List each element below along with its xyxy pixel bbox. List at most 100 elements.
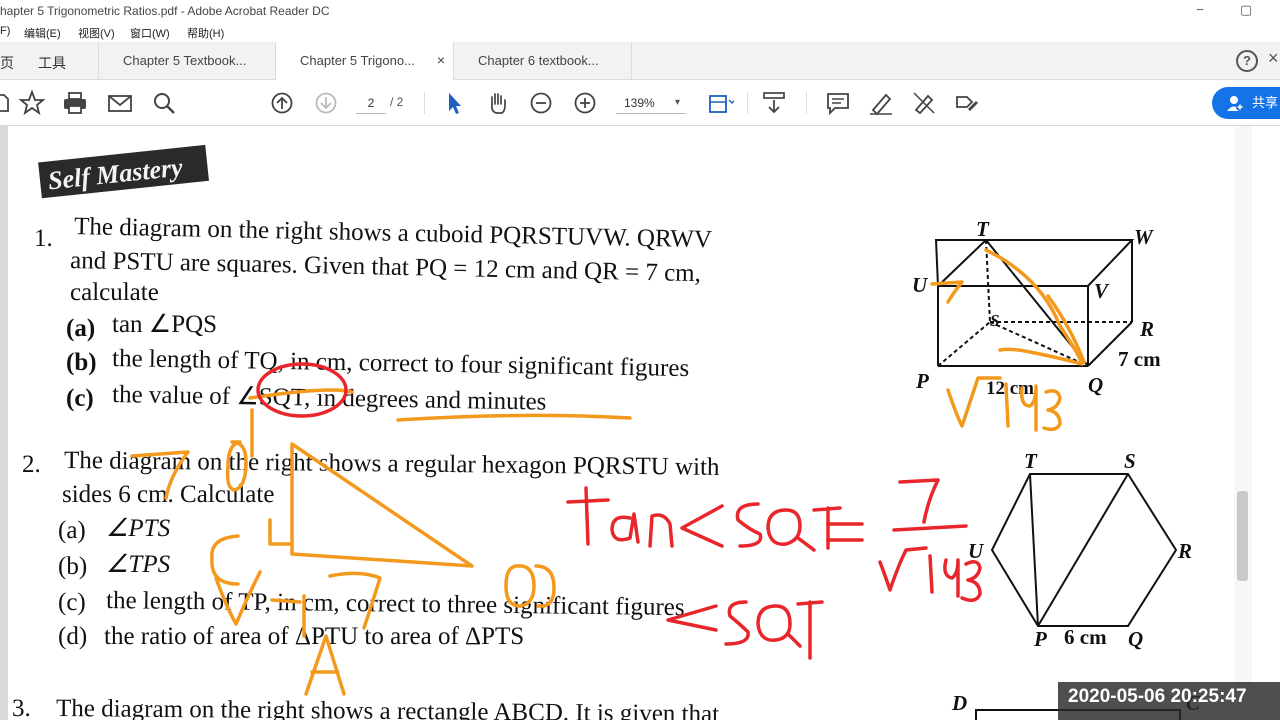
menu-file[interactable]: F) (0, 25, 10, 37)
menu-bar: F) 编辑(E) 视图(V) 窗口(W) 帮助(H) (0, 22, 1280, 42)
scroll-mode-icon[interactable] (760, 89, 788, 117)
red-root (878, 546, 928, 592)
cuboid-label-v: V (1094, 279, 1110, 303)
hex-label-6cm: 6 cm (1064, 625, 1107, 649)
q3-number: 3. (12, 695, 31, 720)
user-add-icon (1227, 96, 1244, 111)
scan-edge (0, 126, 8, 720)
print-icon[interactable] (61, 89, 89, 117)
menu-edit[interactable]: 编辑(E) (24, 25, 61, 41)
menu-help[interactable]: 帮助(H) (187, 25, 224, 41)
doc-tab-ch5-textbook[interactable]: Chapter 5 Textbook... (98, 42, 276, 80)
q2a-label: (a) (58, 517, 86, 544)
hex-label-r: R (1177, 539, 1192, 563)
cuboid-label-t: T (976, 217, 990, 241)
zoom-in-icon[interactable] (571, 89, 599, 117)
page-total: / 2 (390, 95, 404, 109)
sign-icon[interactable] (910, 89, 938, 117)
q1b-text: the length of TQ, in cm, correct to four… (112, 345, 690, 382)
q2b-label: (b) (58, 553, 87, 580)
share-label: 共享 (1252, 95, 1279, 110)
menu-window[interactable]: 窗口(W) (130, 25, 170, 41)
zoom-level-select[interactable]: 139% ▾ (616, 92, 686, 114)
document-page: Self Mastery 1. The diagram on the right… (0, 126, 1201, 720)
doc-tab-label: Chapter 5 Textbook... (123, 53, 247, 68)
cuboid-label-u: U (912, 273, 929, 297)
maximize-button[interactable]: ▢ (1236, 2, 1256, 18)
search-icon[interactable] (150, 89, 178, 117)
question-1: 1. The diagram on the right shows a cubo… (34, 213, 712, 416)
share-button[interactable]: 共享 (1212, 87, 1280, 119)
q1c-label: (c) (66, 385, 94, 412)
window-title: hapter 5 Trigonometric Ratios.pdf - Adob… (0, 4, 330, 18)
cuboid-label-12cm: 12 cm (986, 378, 1034, 399)
cuboid-label-p: P (915, 369, 929, 393)
fit-page-icon[interactable] (706, 89, 736, 117)
fill-sign-icon[interactable] (952, 89, 980, 117)
doc-tab-label: Chapter 5 Trigono... (300, 53, 415, 68)
tab-bar: 页 工具 Chapter 5 Textbook... Chapter 5 Tri… (0, 42, 1280, 81)
q2d-text: the ratio of area of ΔPTU to area of ΔPT… (104, 623, 524, 650)
q2d-label: (d) (58, 623, 87, 650)
hex-label-s: S (1124, 449, 1136, 473)
doc-tab-label: Chapter 6 textbook... (478, 53, 599, 68)
cuboid-labels: T W U V S R P Q 7 cm 12 cm (912, 217, 1161, 399)
previous-page-icon[interactable] (268, 89, 296, 117)
toolbar-divider (424, 92, 425, 114)
menu-view[interactable]: 视图(V) (78, 25, 115, 41)
nav-tab-home[interactable]: 页 (0, 53, 14, 73)
cuboid-label-w: W (1134, 225, 1154, 249)
scrollbar-thumb[interactable] (1237, 491, 1248, 581)
doc-tab-ch5-trig[interactable]: Chapter 5 Trigono... × (276, 42, 454, 81)
hex-label-q: Q (1128, 627, 1143, 651)
q1a-label: (a) (66, 315, 95, 342)
help-icon[interactable]: ? (1236, 50, 1258, 72)
hex-label-u: U (968, 539, 985, 563)
question-3: 3. The diagram on the right shows a rect… (12, 695, 719, 720)
highlight-pen-icon[interactable] (867, 89, 895, 117)
comment-icon[interactable] (824, 89, 852, 117)
cuboid-diagram (934, 239, 1135, 367)
recording-timestamp: 2020-05-06 20:25:47 (1058, 682, 1280, 720)
question-2: 2. The diagram on the right shows a regu… (22, 447, 720, 650)
red-seven (898, 478, 940, 524)
toolbar-divider (806, 92, 807, 114)
q1-number: 1. (34, 225, 53, 252)
right-side-pane (1252, 126, 1280, 720)
orange-underline (396, 413, 632, 422)
red-fraction-bar (892, 524, 968, 532)
star-icon[interactable] (18, 89, 46, 117)
q2b-text: ∠TPS (106, 551, 171, 578)
hexagon-diagram (990, 473, 1178, 627)
q2-number: 2. (22, 451, 41, 478)
chevron-down-icon: ▾ (674, 97, 680, 108)
hexagon-labels: T S U R P 6 cm Q (968, 449, 1192, 651)
rect-label-d: D (951, 691, 967, 715)
hex-label-t: T (1024, 449, 1038, 473)
title-bar: hapter 5 Trigonometric Ratios.pdf - Adob… (0, 0, 1280, 22)
zoom-level-value: 139% (624, 96, 655, 110)
q2c-text: the length of TP, in cm, correct to thre… (106, 587, 685, 621)
cuboid-label-7cm: 7 cm (1118, 347, 1161, 371)
q1-line-2: and PSTU are squares. Given that PQ = 12… (70, 247, 701, 287)
close-tab-icon[interactable]: × (437, 52, 445, 68)
red-t (566, 486, 610, 546)
minimize-button[interactable]: − (1190, 2, 1210, 17)
close-icon[interactable]: × (1268, 48, 1279, 69)
mail-icon[interactable] (106, 89, 134, 117)
doc-tab-ch6-textbook[interactable]: Chapter 6 textbook... (454, 42, 632, 80)
q1b-label: (b) (66, 349, 97, 376)
q2c-label: (c) (58, 589, 86, 616)
select-cursor-icon[interactable] (440, 89, 468, 117)
next-page-icon[interactable] (312, 89, 340, 117)
zoom-out-icon[interactable] (527, 89, 555, 117)
hand-tool-icon[interactable] (484, 89, 512, 117)
q3-line-1: The diagram on the right shows a rectang… (56, 695, 719, 720)
hex-label-p: P (1033, 627, 1047, 651)
toolbar: 2 / 2 139% ▾ 共享 (0, 80, 1280, 126)
nav-tab-tools[interactable]: 工具 (38, 53, 66, 73)
document-viewport[interactable]: Self Mastery 1. The diagram on the right… (0, 126, 1280, 720)
page-number-input[interactable]: 2 (356, 92, 386, 114)
vertical-scrollbar[interactable] (1234, 126, 1252, 720)
self-mastery-badge: Self Mastery (38, 144, 209, 199)
